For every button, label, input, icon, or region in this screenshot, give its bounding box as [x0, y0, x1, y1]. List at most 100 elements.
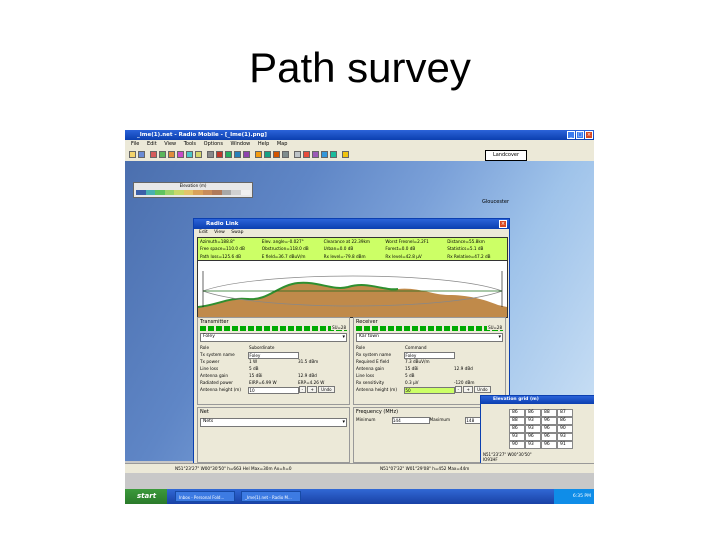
stat-cell: Urban=0.0 dB	[323, 246, 354, 252]
tx-row: Role Subordinate	[198, 344, 349, 351]
close-button[interactable]: ×	[585, 131, 593, 139]
elevation-grid-title: Elevation grid (m)	[481, 396, 594, 404]
cartesian-icon[interactable]	[282, 151, 289, 158]
tx-value: 15 dBi	[249, 373, 263, 378]
menu-map[interactable]: Map	[277, 141, 288, 147]
stat-cell: Rx level=42.8 µV	[385, 253, 422, 259]
menu-view[interactable]: View	[164, 141, 176, 147]
stat-cell: Azimuth=188.8°	[200, 239, 235, 244]
tx-row: Line loss 5 dB	[198, 365, 349, 372]
zoom-icon[interactable]	[264, 151, 271, 158]
tx-value: 1 W	[249, 359, 258, 364]
stat-cell: Worst Fresnel=2.2F1	[385, 239, 429, 244]
grid-icon[interactable]	[225, 151, 232, 158]
elevation-icon[interactable]	[168, 151, 175, 158]
net-heading: Net	[200, 409, 209, 415]
grid-cell: 96	[541, 433, 557, 441]
tx-extra	[298, 344, 347, 351]
grid-cell: 93	[557, 433, 573, 441]
rx-plus-button[interactable]: +	[463, 386, 473, 393]
map-icon[interactable]	[150, 151, 157, 158]
pan-icon[interactable]	[255, 151, 262, 158]
tx-value[interactable]: Subordinate	[249, 344, 298, 351]
taskbar-item[interactable]: Inbox - Personal Fold...	[175, 491, 235, 502]
rl-menu-edit[interactable]: Edit	[199, 230, 208, 235]
rx-minus-button[interactable]: -	[454, 386, 463, 393]
legend-title: Elevation (m)	[179, 183, 207, 188]
tx-value: 5 dB	[249, 366, 259, 371]
grid-cell: 86	[557, 417, 573, 425]
save-icon[interactable]	[138, 151, 145, 158]
tx-site-select[interactable]: Foley	[200, 333, 347, 342]
tx-row: Tx power 1 W 31.5 dBm	[198, 358, 349, 365]
maximize-button[interactable]: □	[576, 131, 584, 139]
rx-antenna-height-input[interactable]: 50	[404, 387, 455, 394]
rx-signal-bar: SU=28	[356, 325, 503, 331]
rx-row: Required E field 7.3 dBuV/m	[354, 358, 505, 365]
world-icon[interactable]	[294, 151, 301, 158]
rx-value: 15 dBi	[405, 366, 419, 371]
rx-site-select[interactable]: Kar town	[356, 333, 503, 342]
landcover-button[interactable]: Landcover	[485, 150, 527, 161]
unit-icon[interactable]	[177, 151, 184, 158]
taskbar-item[interactable]: _Ime(1).net - Radio M...	[241, 491, 301, 502]
menu-window[interactable]: Window	[231, 141, 251, 147]
menu-tools[interactable]: Tools	[184, 141, 196, 147]
help-icon[interactable]	[342, 151, 349, 158]
stat-cell: E field=36.7 dBuV/m	[261, 253, 306, 259]
grid-cell: 96	[541, 425, 557, 433]
start-button[interactable]: start	[125, 489, 167, 504]
grid-cell: 86	[509, 409, 525, 417]
tx-extra: 31.5 dBm	[298, 359, 319, 364]
tx-plus-button[interactable]: +	[307, 386, 317, 393]
gps-icon[interactable]	[303, 151, 310, 158]
properties-icon[interactable]	[159, 151, 166, 158]
grid-cell: 96	[541, 417, 557, 425]
rx-row: Rx sensitivity 0.3 µV -120 dBm	[354, 379, 505, 386]
rx-undo-button[interactable]: Undo	[474, 386, 491, 393]
3d-icon[interactable]	[234, 151, 241, 158]
menu-help[interactable]: Help	[258, 141, 269, 147]
wave-icon[interactable]	[321, 151, 328, 158]
menu-options[interactable]: Options	[204, 141, 223, 147]
tx-row: Radiated power EIRP=6.99 W ERP=4.26 W	[198, 379, 349, 386]
rx-value: 5 dB	[405, 373, 415, 378]
grid-cell: 90	[509, 441, 525, 449]
link-icon[interactable]	[186, 151, 193, 158]
tx-antenna-height-input[interactable]: 10	[248, 387, 299, 394]
minimize-button[interactable]: _	[567, 131, 575, 139]
frequency-min-label: Minimum	[356, 417, 376, 422]
rx-row: Role Command	[354, 344, 505, 351]
receiver-panel: Receiver SU=28 Kar town Role Command Rx s…	[353, 317, 506, 405]
grid-cell: 86	[509, 425, 525, 433]
menu-file[interactable]: File	[131, 141, 139, 147]
rl-menu-view[interactable]: View	[214, 230, 225, 235]
rx-extra	[454, 358, 503, 365]
tx-label: Antenna height (m)	[200, 387, 241, 392]
menu-edit[interactable]: Edit	[147, 141, 157, 147]
coverage-icon[interactable]	[195, 151, 202, 158]
open-icon[interactable]	[129, 151, 136, 158]
rx-label: Role	[356, 345, 366, 350]
tx-label: Line loss	[200, 366, 219, 371]
polar-icon[interactable]	[273, 151, 280, 158]
radio-icon[interactable]	[312, 151, 319, 158]
frequency-min-input[interactable]: 144	[391, 417, 430, 424]
merge-icon[interactable]	[207, 151, 214, 158]
network-icon[interactable]	[330, 151, 337, 158]
grid-cell: 93	[525, 441, 541, 449]
stat-cell: Elev. angle=-0.027°	[261, 239, 304, 244]
net-select[interactable]: Nets	[200, 418, 347, 427]
rx-value[interactable]: Command	[405, 344, 454, 351]
tx-undo-button[interactable]: Undo	[318, 386, 335, 393]
transmitter-panel: Transmitter SU=28 Foley RoleSubordinate …	[197, 317, 350, 405]
rl-menu-swap[interactable]: Swap	[231, 230, 243, 235]
tx-extra	[299, 351, 347, 358]
tx-minus-button[interactable]: -	[298, 386, 307, 393]
stat-cell: Path loss=125.6 dB	[200, 253, 241, 259]
picture-icon[interactable]	[216, 151, 223, 158]
rx-row: Line loss 5 dB	[354, 372, 505, 379]
radio-link-close-button[interactable]: ×	[499, 220, 507, 228]
route-icon[interactable]	[243, 151, 250, 158]
grid-cell: 88	[541, 409, 557, 417]
